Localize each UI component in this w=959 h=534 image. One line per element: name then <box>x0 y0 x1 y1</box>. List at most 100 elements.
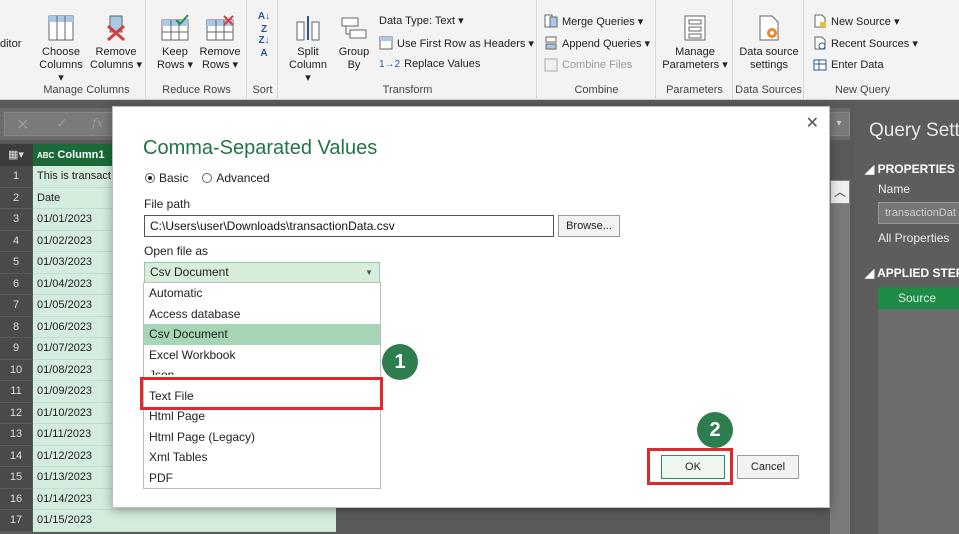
cancel-button[interactable]: Cancel <box>737 455 799 479</box>
row-number[interactable]: 4 <box>0 230 32 252</box>
combine-files-button[interactable]: Combine Files <box>544 58 632 72</box>
option-json[interactable]: Json <box>144 365 380 375</box>
mode-radio-group: Basic Advanced <box>145 171 270 185</box>
option-html-page-legacy[interactable]: Html Page (Legacy) <box>144 427 380 448</box>
group-by-button[interactable]: Group By <box>335 14 373 72</box>
radio-advanced[interactable]: Advanced <box>202 171 270 185</box>
choose-columns-button[interactable]: Choose Columns ▾ <box>36 14 86 85</box>
row-number[interactable]: 5 <box>0 252 32 274</box>
group-by-icon <box>341 17 367 39</box>
highlight-text-file-option <box>140 377 383 410</box>
cancel-formula-icon[interactable]: ✕ <box>16 115 29 135</box>
group-label-sort: Sort <box>252 84 273 96</box>
option-csv-document[interactable]: Csv Document <box>144 324 380 345</box>
manage-parameters-button[interactable]: Manage Parameters ▾ <box>661 14 729 72</box>
fx-icon[interactable]: fx <box>92 116 103 130</box>
new-source-icon <box>814 14 826 28</box>
editor-label-fragment: ditor <box>0 38 22 50</box>
expand-formula-bar-chevron-icon[interactable]: ▾ <box>828 112 850 136</box>
file-path-input[interactable]: C:\Users\user\Downloads\transactionData.… <box>144 215 554 237</box>
use-first-row-as-headers-button[interactable]: Use First Row as Headers ▾ <box>379 36 534 50</box>
option-automatic[interactable]: Automatic <box>144 283 380 304</box>
group-label-transform: Transform <box>382 84 433 96</box>
choose-columns-icon <box>48 15 74 41</box>
radio-basic-selected-icon[interactable] <box>145 173 155 183</box>
option-access-database[interactable]: Access database <box>144 304 380 325</box>
split-column-button[interactable]: Split Column ▾ <box>285 14 331 85</box>
row-number[interactable]: 13 <box>0 424 32 446</box>
browse-button[interactable]: Browse... <box>558 215 620 237</box>
append-queries-button[interactable]: Append Queries ▾ <box>544 36 650 50</box>
row-number[interactable]: 7 <box>0 295 32 317</box>
combine-files-icon <box>544 58 558 72</box>
keep-rows-button[interactable]: Keep Rows ▾ <box>153 14 197 72</box>
option-pdf[interactable]: PDF <box>144 468 380 489</box>
table-cell[interactable]: 01/15/2023 <box>33 510 336 532</box>
replace-values-icon: 1→2 <box>379 58 401 70</box>
data-source-settings-button[interactable]: Data source settings <box>736 14 802 72</box>
row-number[interactable]: 2 <box>0 187 32 209</box>
remove-rows-button[interactable]: Remove Rows ▾ <box>197 14 243 72</box>
row-number[interactable]: 14 <box>0 445 32 467</box>
remove-columns-button[interactable]: Remove Columns ▾ <box>90 14 142 72</box>
group-label-reduce-rows: Reduce Rows <box>162 84 231 96</box>
recent-sources-button[interactable]: Recent Sources ▾ <box>813 36 918 50</box>
table-row: 17 01/15/2023 <box>0 510 336 532</box>
merge-queries-button[interactable]: Merge Queries ▾ <box>544 14 643 28</box>
row-number[interactable]: 17 <box>0 510 32 532</box>
confirm-formula-icon[interactable]: ✓ <box>56 115 68 132</box>
group-parameters: Manage Parameters ▾ Parameters <box>657 0 733 100</box>
open-file-as-select[interactable]: Csv Document ▼ <box>144 262 380 283</box>
group-reduce-rows: Keep Rows ▾ Remove Rows ▾ Reduce Rows <box>147 0 247 100</box>
applied-steps-section[interactable]: ◢ APPLIED STEP <box>865 266 959 280</box>
ribbon: ditor Choose Columns ▾ Remove Columns ▾ … <box>0 0 959 100</box>
highlight-ok-button <box>647 448 733 485</box>
row-number[interactable]: 12 <box>0 402 32 424</box>
row-number[interactable]: 3 <box>0 209 32 231</box>
sort-ascending-icon[interactable]: A↓ Z <box>254 10 274 36</box>
properties-section[interactable]: ◢ PROPERTIES <box>865 162 955 176</box>
radio-basic[interactable]: Basic <box>145 171 188 185</box>
sort-descending-icon[interactable]: Z↓ A <box>254 34 274 60</box>
enter-data-button[interactable]: Enter Data <box>813 58 884 72</box>
option-excel-workbook[interactable]: Excel Workbook <box>144 345 380 366</box>
vertical-scrollbar[interactable]: ︿ <box>830 180 850 534</box>
radio-advanced-icon[interactable] <box>202 173 213 183</box>
group-combine: Merge Queries ▾ Append Queries ▾ Combine… <box>538 0 656 100</box>
new-source-button[interactable]: New Source ▾ <box>813 14 900 28</box>
row-number[interactable]: 6 <box>0 273 32 295</box>
keep-rows-icon <box>161 14 189 41</box>
query-settings-title: Query Sett <box>869 120 959 141</box>
close-icon[interactable]: ✕ <box>806 113 819 133</box>
text-type-icon[interactable]: ABC <box>37 151 54 160</box>
row-number[interactable]: 1 <box>0 166 32 188</box>
option-xml-tables[interactable]: Xml Tables <box>144 447 380 468</box>
enter-data-icon <box>813 59 827 71</box>
applied-steps-list <box>878 287 959 534</box>
chevron-down-icon[interactable]: ▼ <box>365 263 373 282</box>
group-new-query: New Source ▾ Recent Sources ▾ Enter Data… <box>805 0 920 100</box>
query-name-input[interactable]: transactionDat <box>878 202 959 224</box>
recent-sources-icon <box>814 36 826 50</box>
group-sort: A↓ Z Z↓ A Sort <box>248 0 278 100</box>
all-properties-link[interactable]: All Properties <box>878 231 949 245</box>
append-queries-icon <box>545 36 557 50</box>
row-number[interactable]: 11 <box>0 381 32 403</box>
file-path-label: File path <box>144 197 191 211</box>
open-file-as-label: Open file as <box>144 244 209 258</box>
replace-values-button[interactable]: 1→2 Replace Values <box>379 58 480 70</box>
row-number[interactable]: 8 <box>0 316 32 338</box>
group-label-parameters: Parameters <box>666 84 723 96</box>
group-label-new-query: New Query <box>834 84 891 96</box>
group-label-manage-columns: Manage Columns <box>43 84 130 96</box>
data-type-dropdown[interactable]: Data Type: Text ▾ <box>379 14 464 27</box>
column-header-column1[interactable]: ABC Column1 <box>33 144 113 166</box>
row-number[interactable]: 10 <box>0 359 32 381</box>
row-number[interactable]: 9 <box>0 338 32 360</box>
row-number[interactable]: 15 <box>0 467 32 489</box>
scroll-up-chevron-icon[interactable]: ︿ <box>830 180 850 204</box>
dialog-title: Comma-Separated Values <box>143 137 378 159</box>
table-menu-icon[interactable]: ▦▾ <box>0 144 32 166</box>
row-number[interactable]: 16 <box>0 488 32 510</box>
step-source[interactable]: Source <box>878 287 959 309</box>
